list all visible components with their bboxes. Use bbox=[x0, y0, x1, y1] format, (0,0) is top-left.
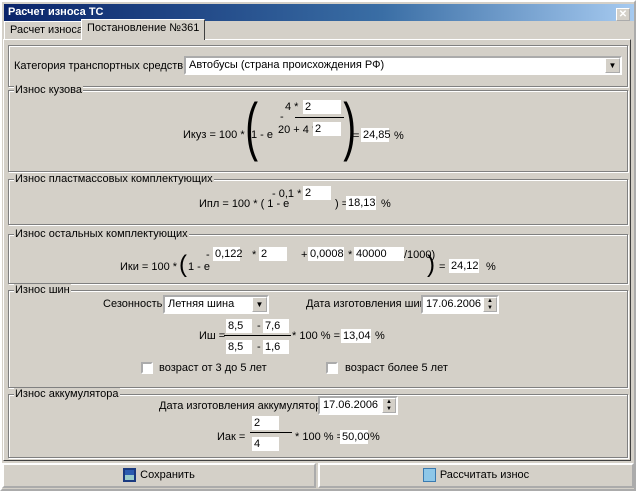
category-group: Категория транспортных средств: 6 Автобу… bbox=[8, 45, 628, 87]
tab-page: Категория транспортных средств: 6 Автобу… bbox=[3, 39, 631, 461]
tab-wear-calc[interactable]: Расчет износа bbox=[4, 21, 90, 39]
formula-text: * 100 % = bbox=[295, 431, 344, 443]
right-paren: ) bbox=[427, 251, 435, 278]
left-paren: ( bbox=[245, 90, 259, 162]
formula-text: 4 * bbox=[285, 101, 299, 113]
formula-lhs: Иш = bbox=[199, 330, 226, 342]
age-over-5-label[interactable]: возраст более 5 лет bbox=[345, 362, 448, 374]
battery-result: 50,00 bbox=[340, 430, 370, 444]
formula-lhs: Ики = 100 * bbox=[120, 261, 178, 273]
other-coef-input[interactable]: 0,122 bbox=[213, 247, 243, 261]
formula-text: * bbox=[252, 249, 257, 261]
calculate-label: Рассчитать износ bbox=[439, 469, 530, 481]
unit: % bbox=[370, 431, 380, 443]
other-coef2-input[interactable]: 0,0008 bbox=[308, 247, 344, 261]
formula-text: - 0,1 * bbox=[272, 188, 302, 200]
calculate-button[interactable]: Рассчитать износ bbox=[318, 463, 634, 488]
formula-text: 20 + 4 * bbox=[278, 124, 317, 136]
battery-date-label: Дата изготовления аккумулятора: bbox=[159, 400, 331, 412]
formula-text: - bbox=[257, 320, 261, 332]
group-title: Износ пластмассовых комплектующих bbox=[14, 173, 214, 185]
fraction-line bbox=[250, 432, 292, 433]
tire-result: 13,04 bbox=[341, 329, 371, 343]
plastic-result: 18,13 bbox=[346, 196, 376, 210]
tire-bottom-a-input[interactable]: 8,5 bbox=[226, 340, 252, 354]
unit: % bbox=[381, 198, 391, 210]
save-label: Сохранить bbox=[140, 469, 195, 481]
formula-text: 1 - e bbox=[251, 129, 274, 141]
category-label: Категория транспортных средств: 6 bbox=[14, 60, 196, 72]
body-denominator-input[interactable]: 2 bbox=[313, 122, 341, 136]
fraction-line bbox=[224, 335, 291, 336]
unit: % bbox=[375, 330, 385, 342]
tire-date-label: Дата изготовления шин: bbox=[306, 298, 429, 310]
tire-top-b-input[interactable]: 7,6 bbox=[263, 319, 289, 333]
tire-date-value: 17.06.2006 bbox=[426, 298, 482, 310]
fraction-line bbox=[295, 117, 344, 118]
left-paren: ( bbox=[179, 251, 187, 278]
battery-date-input[interactable]: 17.06.2006 ▲ ▼ bbox=[318, 396, 398, 415]
formula-text: - bbox=[280, 111, 284, 123]
formula-text: = bbox=[439, 261, 446, 273]
save-button[interactable]: Сохранить bbox=[2, 463, 316, 488]
right-paren: ) bbox=[343, 90, 357, 162]
plastic-wear-group: Износ пластмассовых комплектующих Ипл = … bbox=[8, 173, 628, 225]
other-age-input[interactable]: 2 bbox=[259, 247, 287, 261]
tire-date-input[interactable]: 17.06.2006 ▲ ▼ bbox=[421, 295, 499, 314]
battery-date-value: 17.06.2006 bbox=[323, 399, 379, 411]
calculator-icon bbox=[422, 468, 436, 483]
formula-text: * 100 % = bbox=[292, 330, 341, 342]
spin-buttons[interactable]: ▲ ▼ bbox=[382, 398, 396, 413]
category-value: Автобусы (страна происхождения РФ) bbox=[189, 59, 385, 71]
season-select[interactable]: Летняя шина ▼ bbox=[163, 295, 269, 314]
window-title: Расчет износа ТС bbox=[8, 6, 104, 18]
group-title: Износ аккумулятора bbox=[14, 388, 120, 400]
formula-text: * bbox=[348, 249, 353, 261]
battery-wear-group: Износ аккумулятора Дата изготовления акк… bbox=[8, 388, 628, 458]
body-wear-group: Износ кузова Икуз = 100 * ( 1 - e - 4 * … bbox=[8, 84, 628, 172]
battery-num-input[interactable]: 2 bbox=[252, 416, 279, 430]
group-title: Износ шин bbox=[14, 284, 71, 296]
tire-top-a-input[interactable]: 8,5 bbox=[226, 319, 252, 333]
group-title: Износ кузова bbox=[14, 84, 84, 96]
close-button[interactable]: ✕ bbox=[616, 8, 630, 21]
other-mileage-input[interactable]: 40000 bbox=[354, 247, 404, 261]
season-label: Сезонность: bbox=[103, 298, 166, 310]
tire-bottom-b-input[interactable]: 1,6 bbox=[263, 340, 289, 354]
formula-lhs: Иак = bbox=[217, 431, 246, 443]
formula-text: + bbox=[301, 249, 308, 261]
age-3-5-checkbox[interactable] bbox=[141, 362, 153, 374]
other-result: 24,12 bbox=[449, 259, 479, 273]
age-3-5-label[interactable]: возраст от 3 до 5 лет bbox=[159, 362, 267, 374]
other-wear-group: Износ остальных комплектующих Ики = 100 … bbox=[8, 228, 628, 284]
unit: % bbox=[394, 130, 404, 142]
body-result: 24,85 bbox=[361, 128, 391, 142]
battery-den-input[interactable]: 4 bbox=[252, 437, 279, 451]
group-title: Износ остальных комплектующих bbox=[14, 228, 189, 240]
unit: % bbox=[486, 261, 496, 273]
chevron-down-icon[interactable]: ▼ bbox=[605, 58, 620, 73]
tire-wear-group: Износ шин Сезонность: Летняя шина ▼ Дата … bbox=[8, 284, 628, 388]
age-over-5-checkbox[interactable] bbox=[326, 362, 338, 374]
category-select[interactable]: Автобусы (страна происхождения РФ) ▼ bbox=[184, 56, 622, 75]
formula-text: = bbox=[353, 130, 360, 142]
spin-buttons[interactable]: ▲ ▼ bbox=[483, 297, 497, 312]
floppy-disk-icon bbox=[123, 468, 137, 483]
chevron-down-icon[interactable]: ▼ bbox=[252, 297, 267, 312]
body-numerator-input[interactable]: 2 bbox=[303, 100, 341, 114]
formula-text: - bbox=[257, 341, 261, 353]
formula-text: 1 - e bbox=[188, 261, 211, 273]
formula-lhs: Икуз = 100 * bbox=[183, 129, 245, 141]
plastic-age-input[interactable]: 2 bbox=[303, 186, 331, 200]
tab-resolution-361[interactable]: Постановление №361 bbox=[81, 19, 206, 40]
season-value: Летняя шина bbox=[168, 298, 235, 310]
